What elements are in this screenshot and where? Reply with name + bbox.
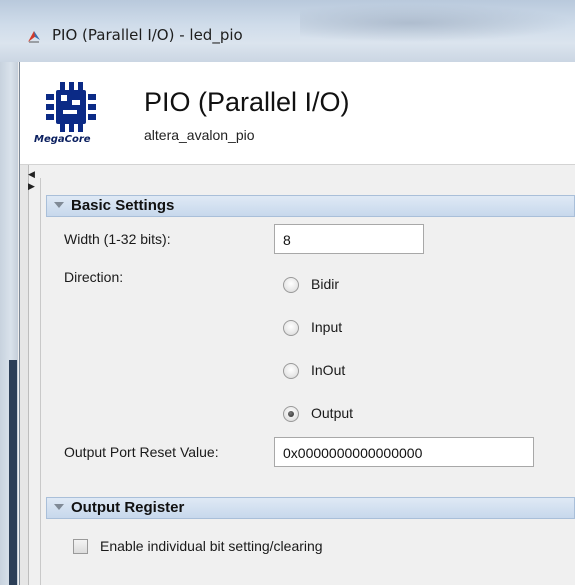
triangle-down-icon[interactable] (54, 202, 64, 208)
output-register-header[interactable]: Output Register (46, 497, 575, 519)
basic-settings-label: Basic Settings (71, 197, 175, 214)
component-header: MegaCore PIO (Parallel I/O) altera_avalo… (20, 62, 575, 165)
direction-input-radio[interactable] (283, 320, 299, 336)
pio-dialog-window: PIO (Parallel I/O) - led_pio MegaCore PI… (0, 0, 575, 585)
triangle-down-icon[interactable] (54, 504, 64, 510)
collapse-left-icon[interactable]: ◀ (28, 170, 35, 180)
reset-value-label: Output Port Reset Value: (64, 444, 219, 460)
quartus-feather-icon (28, 31, 40, 43)
width-label: Width (1-32 bits): (64, 231, 171, 247)
window-title: PIO (Parallel I/O) - led_pio (52, 26, 243, 44)
direction-label: Direction: (64, 269, 124, 285)
bit-setting-checkbox[interactable] (73, 539, 88, 554)
direction-input-label[interactable]: Input (311, 319, 342, 335)
width-field[interactable]: 8 (274, 224, 424, 254)
output-register-label: Output Register (71, 499, 185, 516)
megacore-logo-text: MegaCore (34, 134, 91, 145)
window-edge-strip (9, 360, 17, 585)
direction-bidir-label[interactable]: Bidir (311, 276, 339, 292)
direction-inout-radio[interactable] (283, 363, 299, 379)
expand-right-icon[interactable]: ▶ (28, 182, 35, 192)
bit-setting-label[interactable]: Enable individual bit setting/clearing (100, 538, 323, 554)
direction-inout-label[interactable]: InOut (311, 362, 345, 378)
title-bar[interactable]: PIO (Parallel I/O) - led_pio (0, 0, 575, 62)
basic-settings-header[interactable]: Basic Settings (46, 195, 575, 217)
direction-bidir-radio[interactable] (283, 277, 299, 293)
panel-splitter[interactable] (20, 165, 29, 585)
component-title: PIO (Parallel I/O) (144, 87, 350, 117)
direction-output-label[interactable]: Output (311, 405, 353, 421)
component-subtitle: altera_avalon_pio (144, 127, 255, 143)
direction-output-radio[interactable] (283, 406, 299, 422)
reset-value-field[interactable]: 0x0000000000000000 (274, 437, 534, 467)
